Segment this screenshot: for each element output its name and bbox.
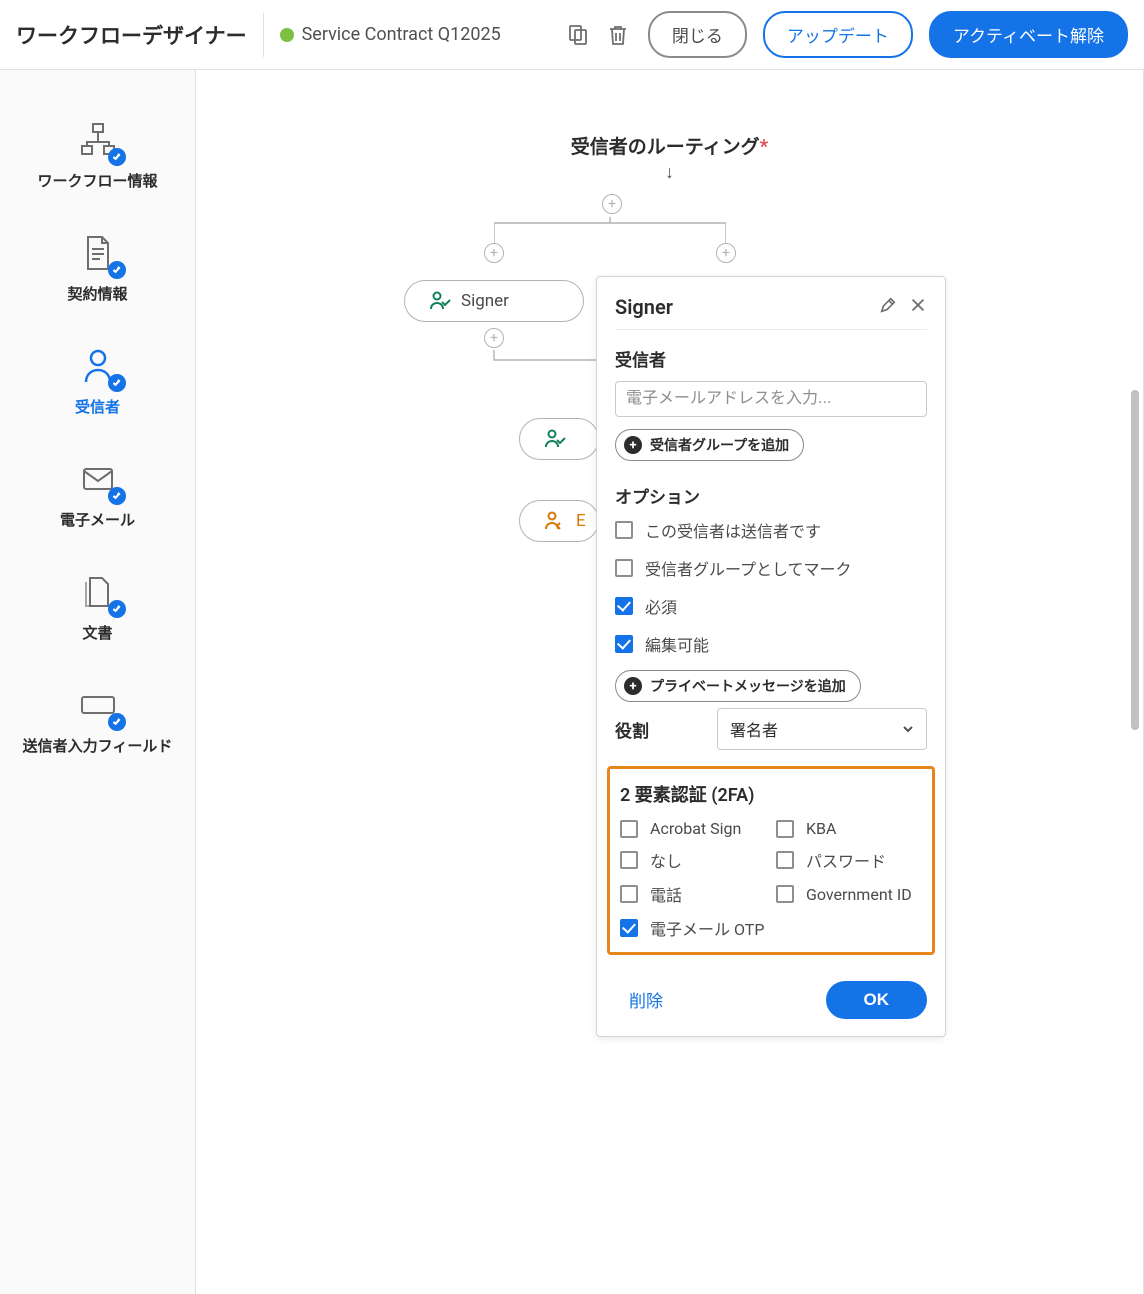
twofa-email-otp[interactable]: 電子メール OTP xyxy=(620,916,766,940)
add-node-top[interactable]: + xyxy=(602,194,622,214)
checkbox-icon xyxy=(620,919,638,937)
options-section-label: オプション xyxy=(615,483,927,508)
delete-button[interactable]: 削除 xyxy=(615,979,677,1020)
signer-icon xyxy=(542,509,566,533)
option-editable[interactable]: 編集可能 xyxy=(615,632,927,656)
routing-title: 受信者のルーティング* xyxy=(571,132,768,159)
chevron-down-icon xyxy=(902,720,914,739)
sidebar-item-sender-fields[interactable]: 送信者入力フィールド xyxy=(0,663,195,776)
sidebar: ワークフロー情報 契約情報 受信者 xyxy=(0,70,196,1294)
role-select[interactable]: 署名者 xyxy=(717,708,927,750)
app-title: ワークフローデザイナー xyxy=(16,13,264,57)
signer-icon xyxy=(542,427,566,451)
add-node-left[interactable]: + xyxy=(484,243,504,263)
checkbox-icon xyxy=(615,635,633,653)
option-sender-is-recipient[interactable]: この受信者は送信者です xyxy=(615,518,927,542)
close-button[interactable]: 閉じる xyxy=(648,11,747,58)
sidebar-item-label: 契約情報 xyxy=(67,283,127,304)
signer-node-1[interactable]: Signer xyxy=(404,280,584,322)
sidebar-item-emails[interactable]: 電子メール xyxy=(0,437,195,550)
signer-node-3[interactable]: E xyxy=(519,500,599,542)
twofa-password[interactable]: パスワード xyxy=(776,848,922,872)
add-node-below-left[interactable]: + xyxy=(484,328,504,348)
sidebar-item-label: 電子メール xyxy=(60,509,135,530)
twofa-none[interactable]: なし xyxy=(620,848,766,872)
workflow-name: Service Contract Q12025 xyxy=(302,24,501,45)
sidebar-item-documents[interactable]: 文書 xyxy=(0,550,195,663)
twofa-section: 2 要素認証 (2FA) Acrobat Sign KBA なし xyxy=(607,766,935,955)
trash-icon[interactable] xyxy=(604,21,632,49)
email-input[interactable] xyxy=(615,381,927,417)
twofa-government-id[interactable]: Government ID xyxy=(776,882,922,906)
canvas: 受信者のルーティング* ↓ + + + Signer + xyxy=(196,70,1144,1294)
edit-icon[interactable] xyxy=(879,296,897,318)
twofa-acrobat-sign[interactable]: Acrobat Sign xyxy=(620,819,766,838)
person-icon xyxy=(76,344,120,388)
checkbox-icon xyxy=(776,885,794,903)
recipient-section-label: 受信者 xyxy=(615,346,927,371)
workflow-status: Service Contract Q12025 xyxy=(280,24,501,45)
option-required[interactable]: 必須 xyxy=(615,594,927,618)
email-icon xyxy=(76,457,120,501)
checkbox-icon xyxy=(620,820,638,838)
update-button[interactable]: アップデート xyxy=(763,11,913,58)
sidebar-item-agreement-info[interactable]: 契約情報 xyxy=(0,211,195,324)
checkbox-icon xyxy=(615,559,633,577)
sidebar-item-label: 文書 xyxy=(82,622,112,643)
topbar: ワークフローデザイナー Service Contract Q12025 閉じる … xyxy=(0,0,1144,70)
checkbox-icon xyxy=(615,521,633,539)
ok-button[interactable]: OK xyxy=(826,981,928,1019)
option-mark-as-group[interactable]: 受信者グループとしてマーク xyxy=(615,556,927,580)
twofa-phone[interactable]: 電話 xyxy=(620,882,766,906)
field-icon xyxy=(76,683,120,727)
sidebar-item-label: 受信者 xyxy=(75,396,120,417)
add-recipient-group-button[interactable]: + 受信者グループを追加 xyxy=(615,429,804,461)
panel-title: Signer xyxy=(615,295,867,319)
status-dot-icon xyxy=(280,28,294,42)
sidebar-item-label: ワークフロー情報 xyxy=(37,170,157,191)
checkbox-icon xyxy=(776,820,794,838)
tree-connector-lines xyxy=(494,217,726,255)
twofa-kba[interactable]: KBA xyxy=(776,819,922,838)
scrollbar[interactable] xyxy=(1131,390,1139,730)
checkbox-icon xyxy=(620,885,638,903)
signer-node-2[interactable] xyxy=(519,418,599,460)
sidebar-item-workflow-info[interactable]: ワークフロー情報 xyxy=(0,98,195,211)
document-icon xyxy=(76,231,120,275)
checkbox-icon xyxy=(615,597,633,615)
twofa-title: 2 要素認証 (2FA) xyxy=(620,781,922,807)
arrow-down-icon: ↓ xyxy=(665,162,674,183)
sidebar-item-label: 送信者入力フィールド xyxy=(23,735,173,756)
checkbox-icon xyxy=(776,851,794,869)
workflow-icon xyxy=(76,118,120,162)
add-node-right[interactable]: + xyxy=(716,243,736,263)
sidebar-item-recipients[interactable]: 受信者 xyxy=(0,324,195,437)
node-label: Signer xyxy=(461,291,509,311)
deactivate-button[interactable]: アクティベート解除 xyxy=(929,11,1128,58)
copy-icon[interactable] xyxy=(564,21,592,49)
checkbox-icon xyxy=(620,851,638,869)
recipient-panel: Signer 受信者 + 受信者グループを追加 オプシ xyxy=(596,276,946,1037)
add-private-message-button[interactable]: + プライベートメッセージを追加 xyxy=(615,670,861,702)
close-icon[interactable] xyxy=(909,296,927,318)
role-label: 役割 xyxy=(615,717,705,742)
node-label: E xyxy=(576,511,586,531)
signer-icon xyxy=(427,289,451,313)
plus-icon: + xyxy=(624,436,642,454)
files-icon xyxy=(76,570,120,614)
plus-icon: + xyxy=(624,677,642,695)
